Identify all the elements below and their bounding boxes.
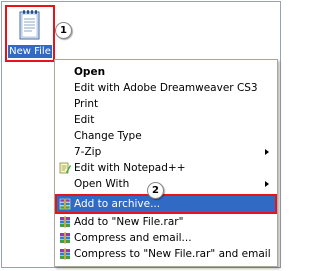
winrar-icon: [60, 248, 70, 260]
callout-step-1: 1: [55, 22, 72, 39]
file-label: New File: [8, 45, 52, 58]
menu-item-label: Print: [74, 98, 99, 110]
winrar-icon: [60, 216, 70, 228]
menu-item-label: Change Type: [74, 130, 142, 142]
desktop-file-new-file[interactable]: New File: [5, 5, 55, 62]
context-menu: Open Edit with Adobe Dreamweaver CS3 Pri…: [54, 59, 278, 267]
menu-item-label: Add to "New File.rar": [74, 216, 184, 228]
notepad-plus-plus-icon: [59, 162, 71, 174]
menu-item-open[interactable]: Open: [57, 64, 275, 80]
callout-step-2: 2: [147, 182, 164, 199]
winrar-icon: [59, 198, 71, 210]
winrar-icon: [60, 232, 70, 244]
submenu-arrow-icon: [265, 149, 269, 155]
menu-item-change-type[interactable]: Change Type: [57, 128, 275, 144]
menu-item-add-to-archive[interactable]: Add to archive...: [55, 194, 277, 214]
menu-item-label: Compress to "New File.rar" and email: [74, 248, 271, 260]
menu-item-label: Edit: [74, 114, 95, 126]
menu-item-edit-with-notepad-plus-plus[interactable]: Edit with Notepad++: [57, 160, 275, 176]
menu-item-label: Edit with Adobe Dreamweaver CS3: [74, 82, 258, 94]
notepad-file-icon: [19, 10, 40, 40]
menu-item-edit[interactable]: Edit: [57, 112, 275, 128]
menu-item-7zip[interactable]: 7-Zip: [57, 144, 275, 160]
menu-item-label: Open: [74, 66, 106, 78]
menu-item-compress-and-email[interactable]: Compress and email...: [57, 230, 275, 246]
screenshot-frame: New File 1 Open Edit with Adobe Dreamwea…: [1, 1, 281, 268]
menu-item-open-with[interactable]: Open With: [57, 176, 275, 192]
menu-item-print[interactable]: Print: [57, 96, 275, 112]
menu-item-label: Open With: [74, 178, 130, 190]
menu-item-label: Compress and email...: [74, 232, 192, 244]
menu-item-label: 7-Zip: [74, 146, 102, 158]
menu-item-label: Edit with Notepad++: [74, 162, 186, 174]
menu-item-label: Add to archive...: [74, 198, 161, 210]
menu-item-edit-with-dreamweaver[interactable]: Edit with Adobe Dreamweaver CS3: [57, 80, 275, 96]
menu-item-add-to-new-file-rar[interactable]: Add to "New File.rar": [57, 214, 275, 230]
submenu-arrow-icon: [265, 181, 269, 187]
menu-item-compress-to-rar-and-email[interactable]: Compress to "New File.rar" and email: [57, 246, 275, 262]
